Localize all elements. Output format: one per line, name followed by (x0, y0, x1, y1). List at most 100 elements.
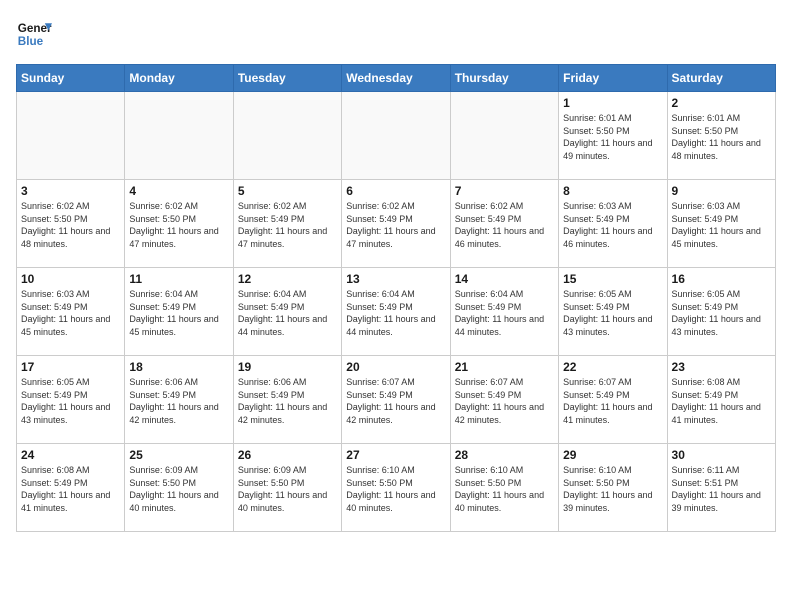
calendar-day-cell (342, 92, 450, 180)
calendar-day-cell: 13 Sunrise: 6:04 AM Sunset: 5:49 PM Dayli… (342, 268, 450, 356)
calendar-week-row: 24Sunrise: 6:08 AM Sunset: 5:49 PM Dayli… (17, 444, 776, 532)
day-info: Sunrise: 6:09 AM Sunset: 5:50 PM Dayligh… (238, 464, 337, 514)
calendar-day-cell (17, 92, 125, 180)
day-number: 5 (238, 184, 337, 198)
day-number: 1 (563, 96, 662, 110)
day-number: 13 (346, 272, 445, 286)
day-number: 22 (563, 360, 662, 374)
day-of-week-header: Monday (125, 65, 233, 92)
day-info: Sunrise: 6:07 AM Sunset: 5:49 PM Dayligh… (563, 376, 662, 426)
day-of-week-header: Thursday (450, 65, 558, 92)
day-number: 27 (346, 448, 445, 462)
calendar-day-cell: 5 Sunrise: 6:02 AM Sunset: 5:49 PM Daylig… (233, 180, 341, 268)
calendar-day-cell: 20 Sunrise: 6:07 AM Sunset: 5:49 PM Dayli… (342, 356, 450, 444)
day-info: Sunrise: 6:11 AM Sunset: 5:51 PM Dayligh… (672, 464, 771, 514)
calendar-day-cell: 7Sunrise: 6:02 AM Sunset: 5:49 PM Daylig… (450, 180, 558, 268)
day-info: Sunrise: 6:10 AM Sunset: 5:50 PM Dayligh… (563, 464, 662, 514)
day-info: Sunrise: 6:07 AM Sunset: 5:49 PM Dayligh… (455, 376, 554, 426)
day-number: 14 (455, 272, 554, 286)
calendar-day-cell: 11 Sunrise: 6:04 AM Sunset: 5:49 PM Dayli… (125, 268, 233, 356)
calendar-day-cell: 28Sunrise: 6:10 AM Sunset: 5:50 PM Dayli… (450, 444, 558, 532)
calendar-week-row: 17 Sunrise: 6:05 AM Sunset: 5:49 PM Dayli… (17, 356, 776, 444)
calendar-day-cell: 1Sunrise: 6:01 AM Sunset: 5:50 PM Daylig… (559, 92, 667, 180)
day-info: Sunrise: 6:06 AM Sunset: 5:49 PM Dayligh… (129, 376, 228, 426)
day-number: 25 (129, 448, 228, 462)
calendar-body: 1 Sunrise: 6:01 AM Sunset: 5:50 PM Daylig… (17, 92, 776, 532)
day-number: 4 (129, 184, 228, 198)
day-number: 12 (238, 272, 337, 286)
day-info: Sunrise: 6:07 AM Sunset: 5:49 PM Dayligh… (346, 376, 445, 426)
day-number: 7 (455, 184, 554, 198)
day-number: 3 (21, 184, 120, 198)
calendar-day-cell (125, 92, 233, 180)
day-info: Sunrise: 6:03 AM Sunset: 5:49 PM Dayligh… (563, 200, 662, 250)
day-number: 16 (672, 272, 771, 286)
day-info: Sunrise: 6:02 AM Sunset: 5:50 PM Dayligh… (21, 200, 120, 250)
day-number: 15 (563, 272, 662, 286)
page-header: General Blue (16, 16, 776, 52)
day-number: 11 (129, 272, 228, 286)
day-info: Sunrise: 6:04 AM Sunset: 5:49 PM Dayligh… (129, 288, 228, 338)
day-info: Sunrise: 6:10 AM Sunset: 5:50 PM Dayligh… (346, 464, 445, 514)
day-number: 29 (563, 448, 662, 462)
calendar-day-cell: 6 Sunrise: 6:02 AM Sunset: 5:49 PM Daylig… (342, 180, 450, 268)
day-number: 6 (346, 184, 445, 198)
calendar-week-row: 1 Sunrise: 6:01 AM Sunset: 5:50 PM Daylig… (17, 92, 776, 180)
day-info: Sunrise: 6:05 AM Sunset: 5:49 PM Dayligh… (21, 376, 120, 426)
calendar-day-cell: 12 Sunrise: 6:04 AM Sunset: 5:49 PM Dayli… (233, 268, 341, 356)
day-info: Sunrise: 6:10 AM Sunset: 5:50 PM Dayligh… (455, 464, 554, 514)
calendar-day-cell: 17 Sunrise: 6:05 AM Sunset: 5:49 PM Dayli… (17, 356, 125, 444)
calendar-day-cell: 27 Sunrise: 6:10 AM Sunset: 5:50 PM Dayli… (342, 444, 450, 532)
day-number: 21 (455, 360, 554, 374)
calendar-day-cell: 25 Sunrise: 6:09 AM Sunset: 5:50 PM Dayli… (125, 444, 233, 532)
logo: General Blue (16, 16, 52, 52)
day-number: 8 (563, 184, 662, 198)
day-number: 20 (346, 360, 445, 374)
day-number: 26 (238, 448, 337, 462)
day-info: Sunrise: 6:02 AM Sunset: 5:49 PM Dayligh… (238, 200, 337, 250)
day-info: Sunrise: 6:04 AM Sunset: 5:49 PM Dayligh… (455, 288, 554, 338)
day-info: Sunrise: 6:08 AM Sunset: 5:49 PM Dayligh… (672, 376, 771, 426)
calendar-day-cell: 14 Sunrise: 6:04 AM Sunset: 5:49 PM Dayli… (450, 268, 558, 356)
calendar-day-cell: 29 Sunrise: 6:10 AM Sunset: 5:50 PM Dayli… (559, 444, 667, 532)
day-number: 30 (672, 448, 771, 462)
calendar-table: SundayMondayTuesdayWednesdayThursdayFrid… (16, 64, 776, 532)
calendar-day-cell: 19 Sunrise: 6:06 AM Sunset: 5:49 PM Dayli… (233, 356, 341, 444)
calendar-day-cell: 26 Sunrise: 6:09 AM Sunset: 5:50 PM Dayli… (233, 444, 341, 532)
day-info: Sunrise: 6:02 AM Sunset: 5:50 PM Dayligh… (129, 200, 228, 250)
calendar-day-cell (233, 92, 341, 180)
day-info: Sunrise: 6:03 AM Sunset: 5:49 PM Dayligh… (21, 288, 120, 338)
calendar-day-cell: 4 Sunrise: 6:02 AM Sunset: 5:50 PM Daylig… (125, 180, 233, 268)
day-number: 17 (21, 360, 120, 374)
day-info: Sunrise: 6:08 AM Sunset: 5:49 PM Dayligh… (21, 464, 120, 514)
calendar-week-row: 3 Sunrise: 6:02 AM Sunset: 5:50 PM Daylig… (17, 180, 776, 268)
calendar-day-cell: 2Sunrise: 6:01 AM Sunset: 5:50 PM Daylig… (667, 92, 775, 180)
calendar-day-cell: 30 Sunrise: 6:11 AM Sunset: 5:51 PM Dayli… (667, 444, 775, 532)
day-info: Sunrise: 6:01 AM Sunset: 5:50 PM Dayligh… (672, 112, 771, 162)
day-info: Sunrise: 6:09 AM Sunset: 5:50 PM Dayligh… (129, 464, 228, 514)
calendar-day-cell: 8 Sunrise: 6:03 AM Sunset: 5:49 PM Daylig… (559, 180, 667, 268)
calendar-day-cell: 16 Sunrise: 6:05 AM Sunset: 5:49 PM Dayli… (667, 268, 775, 356)
day-info: Sunrise: 6:04 AM Sunset: 5:49 PM Dayligh… (238, 288, 337, 338)
calendar-day-cell: 15 Sunrise: 6:05 AM Sunset: 5:49 PM Dayli… (559, 268, 667, 356)
day-of-week-header: Tuesday (233, 65, 341, 92)
calendar-day-cell: 21 Sunrise: 6:07 AM Sunset: 5:49 PM Dayli… (450, 356, 558, 444)
day-number: 19 (238, 360, 337, 374)
day-info: Sunrise: 6:02 AM Sunset: 5:49 PM Dayligh… (346, 200, 445, 250)
day-number: 10 (21, 272, 120, 286)
day-of-week-header: Sunday (17, 65, 125, 92)
day-of-week-header: Wednesday (342, 65, 450, 92)
day-info: Sunrise: 6:05 AM Sunset: 5:49 PM Dayligh… (672, 288, 771, 338)
svg-text:Blue: Blue (18, 35, 44, 48)
calendar-day-cell: 24Sunrise: 6:08 AM Sunset: 5:49 PM Dayli… (17, 444, 125, 532)
day-number: 23 (672, 360, 771, 374)
day-info: Sunrise: 6:03 AM Sunset: 5:49 PM Dayligh… (672, 200, 771, 250)
day-info: Sunrise: 6:04 AM Sunset: 5:49 PM Dayligh… (346, 288, 445, 338)
calendar-day-cell: 23 Sunrise: 6:08 AM Sunset: 5:49 PM Dayli… (667, 356, 775, 444)
calendar-header: SundayMondayTuesdayWednesdayThursdayFrid… (17, 65, 776, 92)
calendar-week-row: 10 Sunrise: 6:03 AM Sunset: 5:49 PM Dayli… (17, 268, 776, 356)
day-info: Sunrise: 6:05 AM Sunset: 5:49 PM Dayligh… (563, 288, 662, 338)
calendar-day-cell: 3 Sunrise: 6:02 AM Sunset: 5:50 PM Daylig… (17, 180, 125, 268)
day-info: Sunrise: 6:06 AM Sunset: 5:49 PM Dayligh… (238, 376, 337, 426)
calendar-day-cell: 10 Sunrise: 6:03 AM Sunset: 5:49 PM Dayli… (17, 268, 125, 356)
